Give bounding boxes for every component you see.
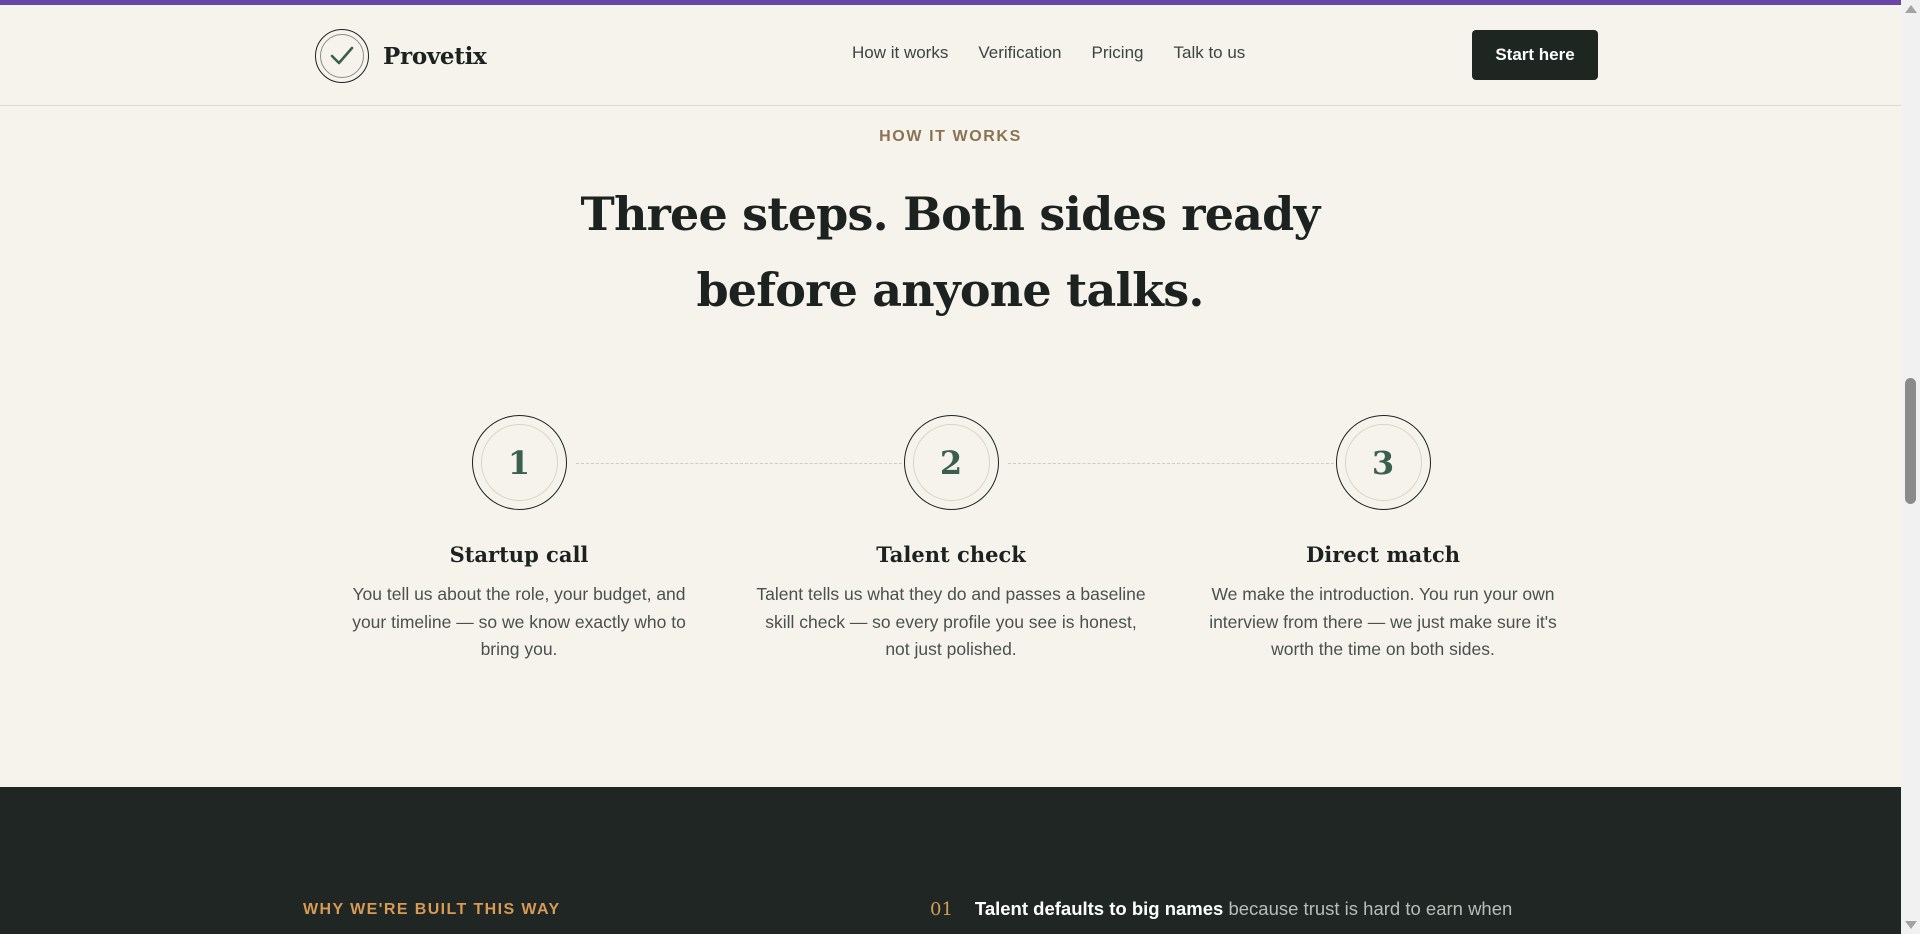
why-section: WHY WE'RE BUILT THIS WAY 01 Talent defau… xyxy=(0,787,1901,934)
step-title: Direct match xyxy=(1306,542,1460,567)
reason-text: Talent defaults to big names because tru… xyxy=(975,898,1512,920)
step-number-circle: 3 xyxy=(1335,415,1431,510)
page-scrollbar[interactable] xyxy=(1901,0,1920,934)
scroll-up-arrow-icon[interactable] xyxy=(1905,5,1917,13)
nav-link-pricing[interactable]: Pricing xyxy=(1092,43,1144,63)
reason-item: 01 Talent defaults to big names because … xyxy=(930,898,1512,920)
brand-name: Provetix xyxy=(383,42,487,70)
reason-bold: Talent defaults to big names xyxy=(974,898,1224,919)
check-mark-icon xyxy=(315,29,369,83)
section-eyebrow: HOW IT WORKS xyxy=(879,128,1022,145)
step-card: 3 Direct match We make the introduction.… xyxy=(1173,415,1593,664)
scrollbar-thumb[interactable] xyxy=(1905,378,1916,504)
step-description: You tell us about the role, your budget,… xyxy=(352,584,686,659)
nav-link-how-it-works[interactable]: How it works xyxy=(852,43,948,63)
step-number: 3 xyxy=(1371,443,1395,482)
reason-number: 01 xyxy=(930,899,953,920)
step-title: Talent check xyxy=(876,542,1026,567)
scroll-down-arrow-icon[interactable] xyxy=(1905,921,1917,929)
step-number-circle: 2 xyxy=(903,415,999,510)
brand-logo-link[interactable]: Provetix xyxy=(315,28,487,84)
main-nav: How it works Verification Pricing Talk t… xyxy=(852,43,1245,63)
step-description: We make the introduction. You run your o… xyxy=(1209,584,1557,659)
step-number-circle: 1 xyxy=(471,415,567,510)
step-number: 2 xyxy=(939,443,963,482)
section-headline: Three steps. Both sides ready before any… xyxy=(580,187,1321,317)
start-here-button[interactable]: Start here xyxy=(1472,30,1598,80)
nav-link-verification[interactable]: Verification xyxy=(978,43,1061,63)
why-eyebrow: WHY WE'RE BUILT THIS WAY xyxy=(303,901,561,918)
nav-link-talk-to-us[interactable]: Talk to us xyxy=(1174,43,1246,63)
step-title: Startup call xyxy=(449,542,589,567)
step-card: 2 Talent check Talent tells us what they… xyxy=(741,415,1161,664)
reason-rest: because trust is hard to earn when xyxy=(1223,898,1513,919)
step-card: 1 Startup call You tell us about the rol… xyxy=(309,415,729,664)
site-header: Provetix How it works Verification Prici… xyxy=(0,5,1901,106)
step-description: Talent tells us what they do and passes … xyxy=(756,584,1146,659)
step-number: 1 xyxy=(507,443,531,482)
